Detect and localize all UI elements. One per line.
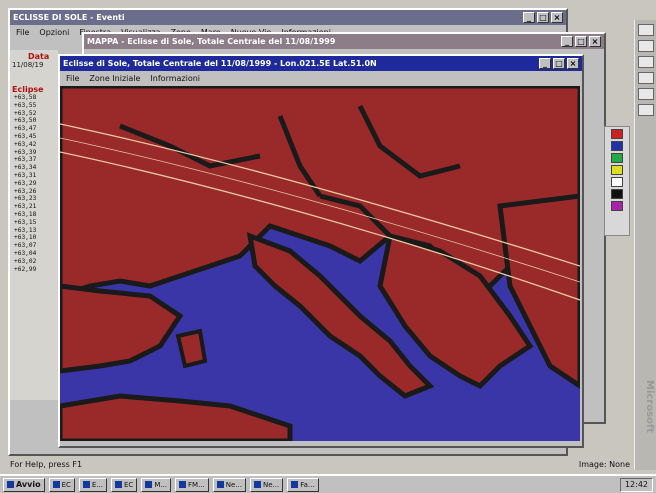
mappa-title: MAPPA - Eclisse di Sole, Totale Centrale… [87,37,336,46]
shortcut-icon-5[interactable] [637,88,654,100]
app-icon [216,481,224,488]
swatch-purple[interactable] [611,201,623,211]
swatch-green[interactable] [611,153,623,163]
shortcut-icon-4[interactable] [637,72,654,84]
taskbar-item-label: EC [124,480,134,489]
eclipse-minimize-button[interactable]: _ [539,58,551,69]
eclipse-maximize-button[interactable]: □ [553,58,565,69]
latitude-value: +63,34 [14,164,37,172]
windows-logo-icon [7,481,14,488]
app-icon [52,481,60,488]
app-icon [291,481,299,488]
data-label: Data [28,52,50,61]
eclipse-close-button[interactable]: × [567,58,579,69]
taskbar-item-3[interactable]: EC [111,477,138,492]
main-title: ECLISSE DI SOLE - Eventi [13,13,125,22]
latitude-value: +63,31 [14,171,37,179]
taskbar-item-label: FM... [188,480,205,489]
latitude-value: +63,10 [14,234,37,242]
eclipse-title-bar: Eclisse di Sole, Totale Centrale del 11/… [60,56,582,71]
latitude-value: +63,18 [14,210,37,218]
latitude-value: +63,29 [14,179,37,187]
taskbar-item-label: Fa... [300,480,315,489]
latitude-value: +63,23 [14,195,37,203]
taskbar-item-6[interactable]: Ne... [212,477,246,492]
main-title-bar: ECLISSE DI SOLE - Eventi _ □ × [10,10,566,25]
status-image-text: Image: None [578,460,630,469]
latitude-value: +63,13 [14,226,37,234]
latitude-value: +63,26 [14,187,37,195]
latitude-value: +63,39 [14,148,37,156]
latitude-value: +62,99 [14,265,37,273]
eclipse-title: Eclisse di Sole, Totale Centrale del 11/… [63,59,377,68]
app-icon [145,481,153,488]
menu-file[interactable]: File [16,28,29,37]
eclipse-map[interactable] [60,86,580,441]
swatch-black[interactable] [611,189,623,199]
taskbar-item-label: Ne... [263,480,280,489]
latitude-value: +63,45 [14,132,37,140]
taskbar-item-5[interactable]: FM... [175,477,209,492]
taskbar-item-7[interactable]: Ne... [250,477,284,492]
shortcut-icon-1[interactable] [637,24,654,36]
taskbar-item-1[interactable]: EC [48,477,75,492]
eclipse-menu-zone-iniziale[interactable]: Zone Iniziale [89,74,140,83]
shortcut-icon-3[interactable] [637,56,654,68]
status-help-text: For Help, press F1 [10,460,83,469]
latitude-panel: Data 11/08/19 Eclipse +63,58 +63,55 +63,52… [10,50,58,400]
latitude-value: +63,55 [14,101,37,109]
app-icon [82,481,90,488]
taskbar: Avvio EC E... EC M... FM... Ne... Ne... … [0,474,656,493]
app-icon [115,481,122,488]
shortcut-icon-2[interactable] [637,40,654,52]
mappa-maximize-button[interactable]: □ [575,36,587,47]
latitude-value: +63,37 [14,156,37,164]
latitude-value: +63,50 [14,117,37,125]
swatch-white[interactable] [611,177,623,187]
latitude-value: +63,21 [14,203,37,211]
taskbar-item-4[interactable]: M... [141,477,172,492]
latitude-value: +63,02 [14,257,37,265]
app-icon [254,481,261,488]
menu-opzioni[interactable]: Opzioni [39,28,69,37]
app-icon [179,481,187,488]
swatch-yellow[interactable] [611,165,623,175]
latitude-value: +63,52 [14,109,37,117]
eclipse-menu-file[interactable]: File [66,74,79,83]
latitude-value: +63,58 [14,94,37,101]
status-bar: For Help, press F1 Image: None [6,460,634,472]
swatch-red[interactable] [611,129,623,139]
main-maximize-button[interactable]: □ [537,12,549,23]
eclipse-menu-informazioni[interactable]: Informazioni [150,74,200,83]
main-minimize-button[interactable]: _ [523,12,535,23]
mappa-minimize-button[interactable]: _ [561,36,573,47]
latitude-value: +63,04 [14,249,37,257]
date-value: 11/08/19 [12,61,44,69]
map-canvas [60,86,580,441]
eclipse-menu-bar: File Zone Iniziale Informazioni [60,71,582,85]
latitude-value: +63,07 [14,242,37,250]
start-button[interactable]: Avvio [3,477,45,492]
taskbar-item-label: EC [61,480,71,489]
mappa-close-button[interactable]: × [589,36,601,47]
color-palette [604,126,630,236]
taskbar-item-label: M... [154,480,168,489]
taskbar-item-label: E... [91,480,103,489]
shortcut-icon-6[interactable] [637,104,654,116]
taskbar-clock: 12:42 [619,477,653,492]
latitude-value: +63,42 [14,140,37,148]
main-close-button[interactable]: × [551,12,563,23]
taskbar-item-8[interactable]: Fa... [287,477,319,492]
office-bar-label: Microsoft [644,380,655,434]
swatch-blue[interactable] [611,141,623,151]
eclipse-label: Eclipse [12,85,44,94]
mappa-title-bar: MAPPA - Eclisse di Sole, Totale Centrale… [84,34,604,49]
land-island [175,328,208,369]
latitude-value: +63,15 [14,218,37,226]
taskbar-item-label: Ne... [225,480,242,489]
taskbar-item-2[interactable]: E... [78,477,107,492]
start-label: Avvio [16,480,41,489]
latitude-list: +63,58 +63,55 +63,52 +63,50 +63,47 +63,45 +63,… [10,94,58,273]
latitude-value: +63,47 [14,125,37,133]
